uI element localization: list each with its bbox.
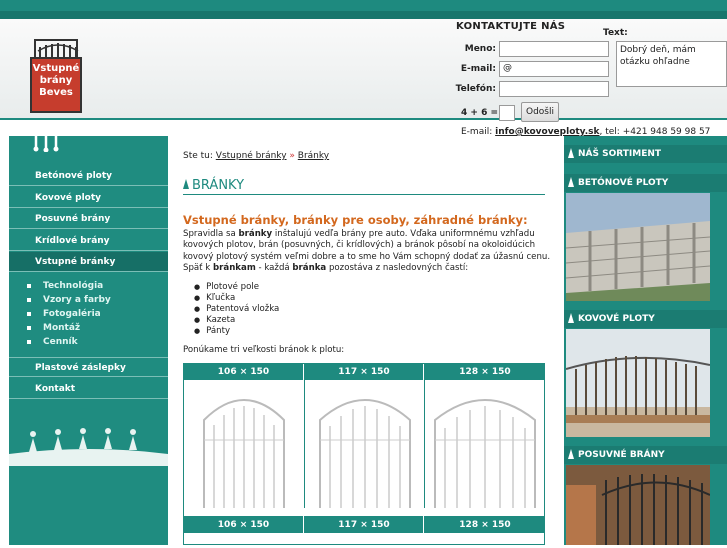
email-field[interactable]: @: [499, 61, 609, 77]
message-field[interactable]: Dobrý deň, mám otázku ohľadne: [616, 41, 727, 87]
subnav-vzory[interactable]: Vzory a farby: [27, 294, 167, 307]
name-field[interactable]: [499, 41, 609, 57]
fence-spikes-decoration: [9, 426, 168, 466]
gate-size-label: 128 × 150: [425, 364, 545, 380]
main-content: Ste tu: Vstupné bránky » Bránky BRÁNKY V…: [168, 136, 564, 545]
nav-item-betonove-ploty[interactable]: Betónové ploty: [9, 166, 168, 186]
captcha-question: 4 + 6 =: [461, 108, 499, 118]
bullet-icon: [27, 325, 31, 330]
gate-size-label: 106 × 150: [184, 517, 303, 533]
nav-item-vstupne-branky[interactable]: Vstupné bránky: [9, 252, 168, 272]
logo[interactable]: Vstupné brány Beves: [30, 39, 82, 115]
gate-sizes-table: 106 × 150 117 × 150 128 × 150 106 × 150 …: [183, 363, 545, 545]
breadcrumb-link-branky[interactable]: Bránky: [298, 151, 329, 161]
posuvne-brany-image[interactable]: [566, 465, 711, 545]
nav-item-kontakt[interactable]: Kontakt: [9, 379, 168, 399]
fence-decoration-icon: [31, 136, 71, 153]
gate-drawing: [425, 380, 544, 508]
gate-cell[interactable]: 117 × 150: [304, 364, 424, 508]
gate-cell[interactable]: 106 × 150: [184, 516, 303, 533]
name-label: Meno:: [464, 44, 496, 54]
gate-cell[interactable]: 128 × 150: [424, 516, 545, 533]
phone-field[interactable]: [499, 81, 609, 97]
gate-size-label: 128 × 150: [425, 517, 545, 533]
nav-item-kovove-ploty[interactable]: Kovové ploty: [9, 188, 168, 208]
bullet-icon: [27, 311, 31, 316]
list-item: Patentová vložka: [206, 304, 279, 315]
breadcrumb-link-vstupne-branky[interactable]: Vstupné bránky: [216, 151, 287, 161]
logo-text: Vstupné brány Beves: [30, 57, 82, 113]
page-title: BRÁNKY: [183, 178, 545, 195]
breadcrumb-prefix: Ste tu:: [183, 151, 213, 161]
right-sidebar: NÁŠ SORTIMENT BETÓNOVÉ PLOTY KOVOVÉ PLOT…: [564, 136, 727, 545]
arrow-icon: [568, 177, 574, 187]
nav-item-plastove-zaslepky[interactable]: Plastové záslepky: [9, 357, 168, 377]
sizes-intro: Ponúkame tri veľkosti bránok k plotu:: [183, 345, 345, 355]
nav-item-posuvne-brany[interactable]: Posuvné brány: [9, 209, 168, 229]
sidebar-link-posuvne-brany[interactable]: POSUVNÉ BRÁNY: [564, 446, 727, 464]
gate-drawing: [184, 380, 303, 508]
betonove-ploty-image[interactable]: [565, 193, 711, 301]
gate-cell[interactable]: 117 × 150: [304, 516, 423, 533]
send-button[interactable]: Odošli: [521, 102, 559, 122]
gate-size-label: 117 × 150: [305, 364, 423, 380]
breadcrumb: Ste tu: Vstupné bránky » Bránky: [183, 151, 329, 161]
list-item: Kľučka: [206, 293, 279, 304]
kovove-ploty-image[interactable]: [565, 329, 711, 437]
sortiment-heading: NÁŠ SORTIMENT: [564, 145, 727, 163]
bullet-icon: [27, 283, 31, 288]
arrow-icon: [568, 148, 574, 158]
sidebar-link-betonove-ploty[interactable]: BETÓNOVÉ PLOTY: [564, 174, 727, 192]
email-label: E-mail:: [460, 64, 496, 74]
intro-paragraph: Spravidla sa bránky inštalujú vedľa brán…: [183, 229, 551, 274]
bullet-icon: [27, 297, 31, 302]
gate-drawing: [305, 380, 424, 508]
top-bar: [0, 0, 727, 19]
bullet-icon: [27, 339, 31, 344]
nav-item-kridlove-brany[interactable]: Krídlové brány: [9, 231, 168, 251]
captcha-input[interactable]: [499, 105, 515, 121]
gate-size-label: 117 × 150: [305, 517, 423, 533]
arrow-icon: [568, 313, 574, 323]
parts-list: Plotové pole Kľučka Patentová vložka Kaz…: [206, 282, 279, 337]
subnav-montaz[interactable]: Montáž: [27, 322, 167, 335]
phone-label: Telefón:: [455, 84, 496, 94]
left-navigation: Betónové ploty Kovové ploty Posuvné brán…: [9, 136, 168, 545]
breadcrumb-separator: »: [289, 151, 295, 161]
arrow-icon: [568, 449, 574, 459]
title-arrow-icon: [183, 179, 189, 189]
gate-cell[interactable]: 128 × 150: [424, 364, 545, 508]
subnav-technologia[interactable]: Technológia: [27, 280, 167, 293]
contact-title: KONTAKTUJTE NÁS: [456, 21, 566, 32]
list-item: Kazeta: [206, 315, 279, 326]
list-item: Plotové pole: [206, 282, 279, 293]
subnav-fotogaleria[interactable]: Fotogaléria: [27, 308, 167, 321]
gate-cell[interactable]: 106 × 150: [184, 364, 303, 508]
section-subtitle: Vstupné bránky, bránky pre osoby, záhrad…: [183, 213, 528, 227]
sidebar-link-kovove-ploty[interactable]: KOVOVÉ PLOTY: [564, 310, 727, 328]
list-item: Pánty: [206, 326, 279, 337]
gate-size-label: 106 × 150: [184, 364, 303, 380]
text-label: Text:: [603, 28, 628, 38]
subnav-cennik[interactable]: Cenník: [27, 336, 167, 349]
